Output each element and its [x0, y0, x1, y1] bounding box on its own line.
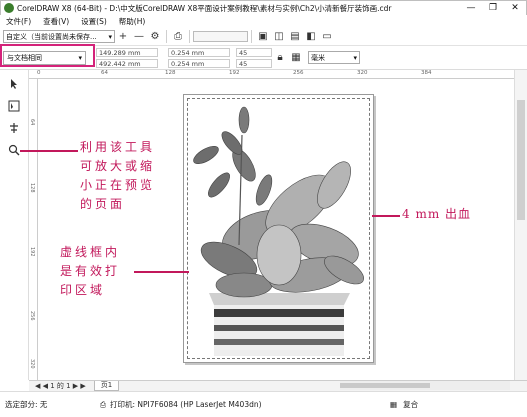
selection-status: 选定部分: 无 — [5, 400, 48, 409]
zoom-level-box[interactable] — [193, 31, 248, 42]
annotation-line: 小正在预览 — [80, 178, 156, 192]
chevron-down-icon: ▾ — [353, 53, 357, 62]
horizontal-ruler: 0 64 128 192 256 320 384 — [29, 70, 514, 79]
ruler-tick: 192 — [229, 70, 240, 76]
status-bar: 选定部分: 无 ⎙ 打印机: NPI7F6084 (HP LaserJet M4… — [0, 391, 527, 417]
scale-y-field[interactable]: 45 — [236, 58, 272, 68]
coreldraw-app-icon — [4, 3, 14, 13]
close-button[interactable]: ✕ — [504, 1, 526, 15]
print-area-callout-line — [134, 271, 189, 273]
vertical-scrollbar[interactable] — [514, 70, 527, 380]
annotation-line: 可放大或缩 — [80, 159, 156, 173]
units-value: 毫米 — [311, 53, 325, 62]
menu-help[interactable]: 帮助(H) — [119, 16, 146, 27]
remove-preset-button[interactable]: — — [131, 29, 147, 45]
chevron-down-icon: ▾ — [108, 32, 112, 41]
invert-icon[interactable]: ▤ — [287, 29, 303, 45]
add-preset-button[interactable]: + — [115, 29, 131, 45]
ruler-tick: 0 — [37, 70, 41, 76]
separator — [189, 30, 190, 43]
printer-icon: ⎙ — [100, 399, 106, 409]
zoom-tool-callout-line — [20, 150, 78, 152]
color-mode-status: 复合 — [403, 400, 419, 409]
print-preset-dropdown[interactable]: 自定义（当前设置尚未保存... ▾ — [3, 30, 115, 43]
width-field[interactable]: 149.289 mm — [96, 47, 158, 57]
ruler-tick: 256 — [29, 311, 35, 321]
full-screen-icon[interactable]: ▣ — [255, 29, 271, 45]
annotation-line: 虚线框内 — [60, 245, 121, 259]
restore-button[interactable]: ❐ — [482, 1, 504, 15]
page-size-highlight — [0, 44, 95, 67]
bleed-callout-line — [372, 215, 400, 217]
mirror-icon[interactable]: ◧ — [303, 29, 319, 45]
close-preview-icon[interactable]: ▭ — [319, 29, 335, 45]
printable-area-dashed-frame — [187, 98, 370, 359]
ruler-tick: 128 — [29, 183, 35, 193]
horizontal-scrollbar[interactable] — [340, 381, 510, 390]
marks-placement-icon[interactable] — [6, 120, 22, 136]
offset-fields: 0.254 mm 0.254 mm — [168, 47, 230, 69]
vertical-ruler: 64 128 192 256 320 — [29, 79, 38, 380]
page-navigation[interactable]: ◀ ◀ 1 的 1 ▶ ▶ — [35, 381, 86, 391]
scale-x-field[interactable]: 45 — [236, 47, 272, 57]
separator — [166, 30, 167, 43]
menu-view[interactable]: 查看(V) — [43, 16, 69, 27]
print-area-annotation: 虚线框内 是有效打 印区域 — [60, 243, 120, 300]
window-title: CorelDRAW X8 (64-Bit) - D:\中文版CorelDRAW … — [17, 3, 392, 13]
menu-file[interactable]: 文件(F) — [6, 16, 31, 27]
print-preset-value: 自定义（当前设置尚未保存... — [6, 32, 97, 41]
scroll-thumb[interactable] — [340, 383, 430, 388]
separator — [251, 30, 252, 43]
imposition-layout-icon[interactable] — [6, 98, 22, 114]
toolbox — [0, 70, 29, 380]
page-tab[interactable]: 页1 — [93, 381, 120, 391]
scale-fields: 45 45 — [236, 47, 272, 69]
ruler-tick: 64 — [29, 119, 35, 126]
minimize-button[interactable]: — — [460, 1, 482, 15]
bleed-annotation: 4 mm 出血 — [402, 207, 472, 221]
print-button[interactable]: ⎙ — [170, 29, 186, 45]
title-bar: CorelDRAW X8 (64-Bit) - D:\中文版CorelDRAW … — [0, 0, 527, 15]
height-field[interactable]: 492.442 mm — [96, 58, 158, 68]
ruler-tick: 192 — [29, 247, 35, 257]
ruler-tick: 384 — [421, 70, 432, 76]
annotation-line: 的页面 — [80, 197, 126, 211]
tile-icon[interactable]: ▦ — [288, 50, 304, 66]
units-dropdown[interactable]: 毫米 ▾ — [308, 51, 360, 64]
color-mode-icon: ▦ — [390, 400, 398, 409]
offset-y-field[interactable]: 0.254 mm — [168, 58, 230, 68]
lock-icon[interactable]: 🔒︎ — [272, 50, 288, 66]
menu-settings[interactable]: 设置(S) — [81, 16, 107, 27]
ruler-tick: 64 — [101, 70, 108, 76]
ruler-tick: 320 — [357, 70, 368, 76]
menu-bar: 文件(F) 查看(V) 设置(S) 帮助(H) — [0, 15, 527, 28]
ruler-tick: 320 — [29, 359, 35, 369]
size-fields: 149.289 mm 492.442 mm — [96, 47, 158, 69]
zoom-tool-annotation: 利用该工具 可放大或缩 小正在预览 的页面 — [80, 138, 155, 214]
scroll-thumb[interactable] — [517, 100, 525, 220]
annotation-line: 利用该工具 — [80, 140, 156, 154]
printer-status: 打印机: NPI7F6084 (HP LaserJet M403dn) — [110, 400, 262, 409]
annotation-line: 印区域 — [60, 283, 106, 297]
color-separations-icon[interactable]: ◫ — [271, 29, 287, 45]
ruler-tick: 256 — [293, 70, 304, 76]
annotation-line: 是有效打 — [60, 264, 121, 278]
offset-x-field[interactable]: 0.254 mm — [168, 47, 230, 57]
pick-tool-icon[interactable] — [6, 76, 22, 92]
ruler-tick: 128 — [165, 70, 176, 76]
print-options-gear-icon[interactable]: ⚙ — [147, 29, 163, 45]
